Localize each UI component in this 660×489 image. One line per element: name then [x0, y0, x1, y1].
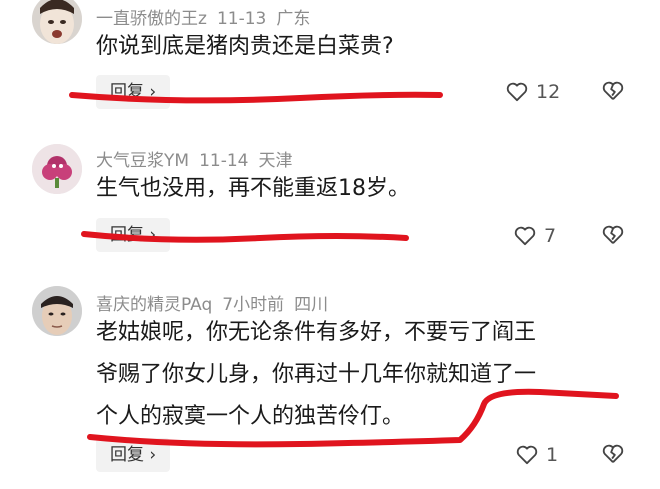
avatar[interactable] [32, 286, 82, 336]
avatar[interactable] [32, 0, 82, 44]
comment-text-line: 爷赐了你女儿身，你再过十几年你就知道了一 [96, 362, 537, 387]
broken-heart-icon [602, 225, 624, 244]
comment-text-line: 老姑娘呢，你无论条件有多好，不要亏了阎王 [96, 320, 537, 345]
avatar[interactable] [32, 144, 82, 194]
reply-button[interactable]: 回复 › [96, 218, 171, 252]
dislike-button[interactable] [602, 225, 624, 249]
like-button[interactable]: 1 [516, 444, 558, 466]
like-count: 1 [546, 444, 559, 466]
broken-heart-icon [602, 444, 624, 463]
comment-text: 生气也没用，再不能重返18岁。 [96, 168, 410, 210]
heart-icon [516, 445, 538, 465]
heart-icon [506, 82, 528, 102]
comment-text: 你说到底是猪肉贵还是白菜贵? [96, 26, 394, 68]
broken-heart-icon [602, 81, 624, 100]
like-button[interactable]: 7 [514, 225, 556, 247]
dislike-button[interactable] [602, 444, 624, 468]
comment-text-line: 你说到底是猪肉贵还是白菜贵? [96, 34, 394, 59]
reply-button[interactable]: 回复 › [96, 75, 171, 109]
comment-text: 老姑娘呢，你无论条件有多好，不要亏了阎王 爷赐了你女儿身，你再过十几年你就知道了… [96, 312, 536, 438]
like-button[interactable]: 12 [506, 81, 560, 103]
comment-text-line: 生气也没用，再不能重返18岁。 [96, 176, 410, 201]
heart-icon [514, 226, 536, 246]
like-count: 7 [544, 225, 557, 247]
dislike-button[interactable] [602, 81, 624, 105]
reply-button[interactable]: 回复 › [96, 438, 171, 472]
like-count: 12 [536, 81, 561, 103]
comment-text-line: 个人的寂寞一个人的独苦伶仃。 [96, 404, 405, 429]
